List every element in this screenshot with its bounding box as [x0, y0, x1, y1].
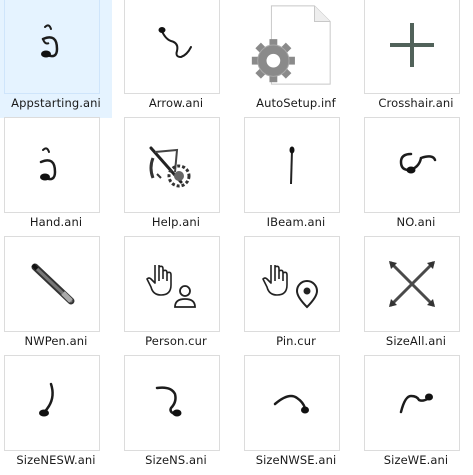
thumbnail [244, 117, 340, 213]
file-item-crosshair[interactable]: Crosshair.ani [360, 0, 472, 118]
thumbnail [244, 236, 340, 332]
file-item-sizewe[interactable]: SizeWE.ani [360, 355, 472, 475]
ibeam-cursor-icon [289, 146, 295, 185]
file-name: AutoSetup.inf [256, 96, 336, 110]
file-name: IBeam.ani [266, 215, 326, 229]
sizens-cursor-icon [155, 386, 182, 417]
file-name: SizeNS.ani [145, 453, 207, 467]
sizeall-cursor-icon [389, 261, 435, 307]
thumbnail [364, 355, 460, 451]
hand-cursor-icon [39, 147, 57, 181]
file-item-sizens[interactable]: SizeNS.ani [120, 355, 232, 475]
thumbnail [124, 117, 220, 213]
inf-file-gear-icon [251, 5, 331, 85]
file-item-sizeall[interactable]: SizeAll.ani [360, 236, 472, 356]
thumbnail [244, 355, 340, 451]
no-cursor-icon [399, 152, 437, 174]
file-item-nwpen[interactable]: NWPen.ani [0, 236, 112, 356]
crosshair-cursor-icon [390, 23, 434, 67]
thumbnail [364, 0, 460, 94]
person-cursor-icon [146, 265, 196, 308]
file-item-no[interactable]: NO.ani [360, 117, 472, 237]
file-name: Person.cur [145, 334, 207, 348]
file-item-ibeam[interactable]: IBeam.ani [240, 117, 352, 237]
file-item-help[interactable]: Help.ani [120, 117, 232, 237]
file-item-appstarting[interactable]: Appstarting.ani [0, 0, 112, 118]
file-name: Help.ani [151, 215, 201, 229]
thumbnail [124, 355, 220, 451]
pen-cursor-icon [31, 263, 75, 305]
file-name: Appstarting.ani [11, 96, 101, 110]
thumbnail [364, 117, 460, 213]
arrow-cursor-icon [158, 27, 192, 59]
file-name: Pin.cur [276, 334, 316, 348]
file-item-person[interactable]: Person.cur [120, 236, 232, 356]
thumbnail [4, 236, 100, 332]
file-name: SizeNWSE.ani [255, 453, 337, 467]
file-name: Crosshair.ani [378, 96, 454, 110]
appstarting-cursor-icon [41, 24, 59, 58]
file-item-arrow[interactable]: Arrow.ani [120, 0, 232, 118]
file-item-pin[interactable]: Pin.cur [240, 236, 352, 356]
help-cursor-icon [149, 146, 191, 188]
sizewe-cursor-icon [399, 393, 433, 414]
file-name: NO.ani [396, 215, 436, 229]
file-name: Arrow.ani [148, 96, 204, 110]
thumbnail [4, 0, 100, 94]
sizenwse-cursor-icon [273, 394, 309, 414]
file-name: SizeAll.ani [385, 334, 447, 348]
file-item-sizenesw[interactable]: SizeNESW.ani [0, 355, 112, 475]
file-name: NWPen.ani [24, 334, 88, 348]
thumbnail [124, 0, 220, 94]
thumbnail [124, 236, 220, 332]
file-item-sizenwse[interactable]: SizeNWSE.ani [240, 355, 352, 475]
sizenesw-cursor-icon [39, 382, 54, 417]
file-name: SizeNESW.ani [16, 453, 96, 467]
file-name: Hand.ani [29, 215, 83, 229]
thumbnail [364, 236, 460, 332]
file-item-hand[interactable]: Hand.ani [0, 117, 112, 237]
thumbnail [4, 117, 100, 213]
thumbnail [4, 355, 100, 451]
thumbnail [244, 0, 340, 94]
file-item-autosetup[interactable]: AutoSetup.inf [240, 0, 352, 118]
pin-cursor-icon [262, 265, 319, 309]
file-name: SizeWE.ani [383, 453, 449, 467]
